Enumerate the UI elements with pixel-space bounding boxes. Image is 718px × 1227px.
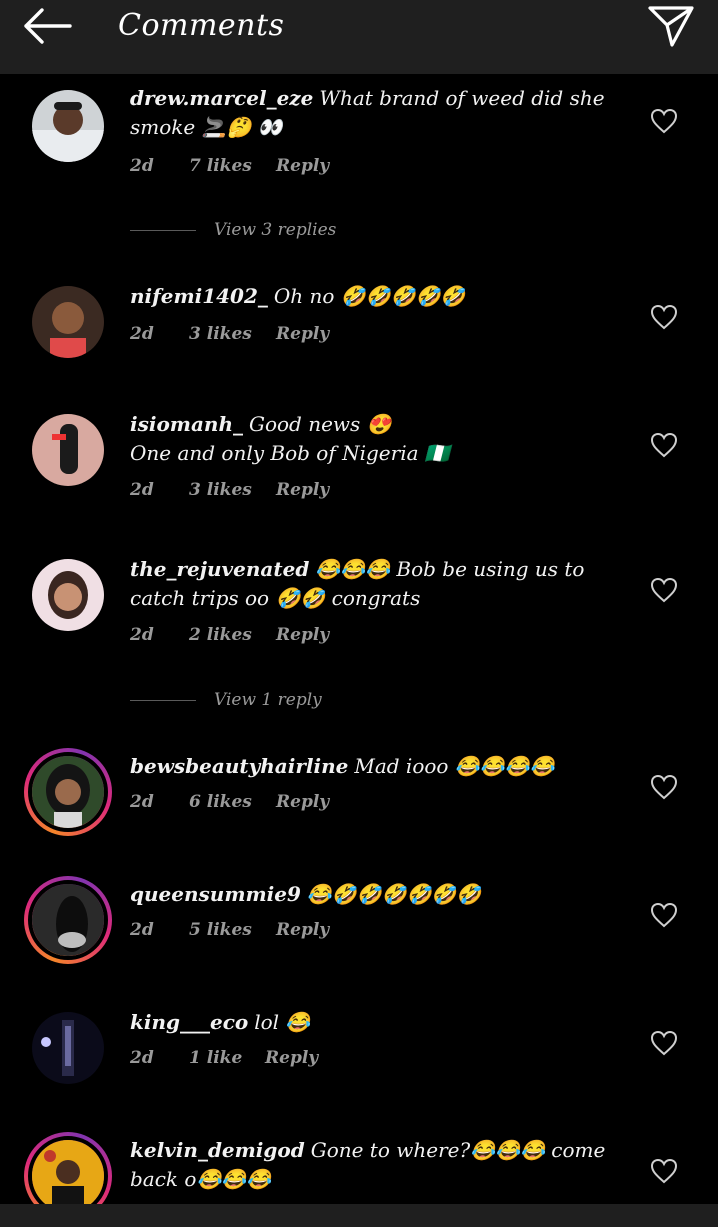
back-button[interactable]: [20, 4, 76, 48]
comment-meta: 2d 3 likes Reply: [130, 324, 329, 344]
comment-username[interactable]: king___eco: [130, 1010, 248, 1034]
comment-age: 2d: [130, 156, 154, 176]
reply-button[interactable]: Reply: [276, 920, 329, 940]
comment-likes[interactable]: 7 likes: [189, 156, 276, 176]
comment-username[interactable]: isiomanh_: [130, 412, 243, 436]
avatar[interactable]: [32, 1012, 104, 1084]
reply-button[interactable]: Reply: [276, 480, 329, 500]
heart-icon: [650, 1158, 678, 1184]
avatar-with-story-ring[interactable]: [24, 748, 112, 836]
comment-text: drew.marcel_eze What brand of weed did sh…: [130, 84, 625, 142]
avatar[interactable]: [32, 559, 104, 631]
reply-button[interactable]: Reply: [265, 1048, 318, 1068]
like-button[interactable]: [648, 1028, 680, 1058]
comment-username[interactable]: drew.marcel_eze: [130, 86, 313, 110]
heart-icon: [650, 432, 678, 458]
comment-username[interactable]: bewsbeautyhairline: [130, 754, 348, 778]
view-replies-label: View 1 reply: [214, 690, 322, 710]
avatar[interactable]: [32, 90, 104, 162]
avatar-with-story-ring[interactable]: [24, 1132, 112, 1204]
comment-body: lol 😂: [254, 1010, 311, 1034]
like-button[interactable]: [648, 575, 680, 605]
like-button[interactable]: [648, 1156, 680, 1186]
comment-age: 2d: [130, 1048, 154, 1068]
comment-likes[interactable]: 2 likes: [189, 625, 276, 645]
page-title: Comments: [118, 8, 285, 43]
reply-button[interactable]: Reply: [276, 625, 329, 645]
comment-age: 2d: [130, 920, 154, 940]
comment-likes[interactable]: 1 like: [189, 1048, 265, 1068]
like-button[interactable]: [648, 430, 680, 460]
comment-likes[interactable]: 5 likes: [189, 920, 276, 940]
comment-username[interactable]: the_rejuvenated: [130, 557, 309, 581]
comment-meta: 2d 2 likes Reply: [130, 625, 329, 645]
like-button[interactable]: [648, 106, 680, 136]
reply-button[interactable]: Reply: [276, 156, 329, 176]
like-button[interactable]: [648, 900, 680, 930]
back-arrow-icon: [24, 8, 72, 44]
comment-list[interactable]: drew.marcel_eze What brand of weed did sh…: [0, 74, 718, 1204]
heart-icon: [650, 108, 678, 134]
comment-text: kelvin_demigod Gone to where?😂😂😂 come bac…: [130, 1136, 625, 1194]
view-replies-label: View 3 replies: [214, 220, 337, 240]
comment-text: the_rejuvenated 😂😂😂 Bob be using us to ca…: [130, 555, 625, 613]
comment-username[interactable]: nifemi1402_: [130, 284, 268, 308]
comment-body: Good news 😍: [249, 412, 392, 436]
heart-icon: [650, 1030, 678, 1056]
comment-likes[interactable]: 3 likes: [189, 324, 276, 344]
comment-body: Oh no 🤣🤣🤣🤣🤣: [273, 284, 466, 308]
view-replies-button[interactable]: View 1 reply: [130, 685, 322, 715]
bottom-bar: [0, 1204, 718, 1227]
heart-icon: [650, 577, 678, 603]
divider: [130, 699, 196, 701]
comment-meta: 2d 5 likes Reply: [130, 920, 329, 940]
comment-likes[interactable]: 3 likes: [189, 480, 276, 500]
comment-body: 😂🤣🤣🤣🤣🤣🤣: [306, 882, 482, 906]
comment-username[interactable]: kelvin_demigod: [130, 1138, 305, 1162]
avatar[interactable]: [32, 414, 104, 486]
like-button[interactable]: [648, 772, 680, 802]
comment-body-line-2: One and only Bob of Nigeria 🇳🇬: [130, 441, 450, 465]
comment-text: nifemi1402_ Oh no 🤣🤣🤣🤣🤣: [130, 282, 625, 311]
comment-text: queensummie9 😂🤣🤣🤣🤣🤣🤣: [130, 880, 625, 909]
comment-meta: 2d 7 likes Reply: [130, 156, 329, 176]
comment-age: 2d: [130, 480, 154, 500]
comment-age: 2d: [130, 625, 154, 645]
comment-meta: 2d 6 likes Reply: [130, 792, 329, 812]
heart-icon: [650, 902, 678, 928]
comment-meta: 2d 1 like Reply: [130, 1048, 318, 1068]
top-bar: Comments: [0, 0, 718, 74]
comment-username[interactable]: queensummie9: [130, 882, 301, 906]
send-icon: [648, 6, 694, 47]
reply-button[interactable]: Reply: [276, 792, 329, 812]
comment-age: 2d: [130, 792, 154, 812]
reply-button[interactable]: Reply: [276, 324, 329, 344]
heart-icon: [650, 774, 678, 800]
avatar[interactable]: [32, 286, 104, 358]
view-replies-button[interactable]: View 3 replies: [130, 215, 336, 245]
comment-meta: 2d 3 likes Reply: [130, 480, 329, 500]
share-button[interactable]: [644, 2, 698, 50]
like-button[interactable]: [648, 302, 680, 332]
comment-likes[interactable]: 6 likes: [189, 792, 276, 812]
comment-body: Mad iooo 😂😂😂😂: [354, 754, 555, 778]
heart-icon: [650, 304, 678, 330]
comment-text: bewsbeautyhairline Mad iooo 😂😂😂😂: [130, 752, 625, 781]
comment-text: isiomanh_ Good news 😍 One and only Bob of…: [130, 410, 625, 468]
comment-age: 2d: [130, 324, 154, 344]
divider: [130, 229, 196, 231]
comment-text: king___eco lol 😂: [130, 1008, 625, 1037]
avatar-with-story-ring[interactable]: [24, 876, 112, 964]
